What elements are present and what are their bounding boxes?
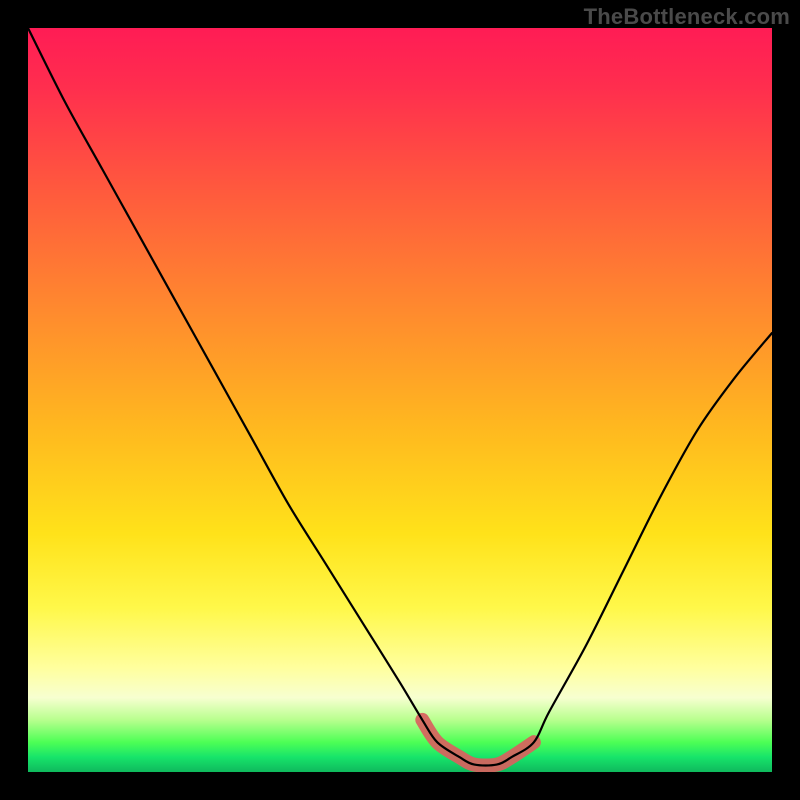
curve-layer: [28, 28, 772, 772]
plot-area: [28, 28, 772, 772]
chart-frame: TheBottleneck.com: [0, 0, 800, 800]
watermark-text: TheBottleneck.com: [584, 4, 790, 30]
bottleneck-curve-line: [28, 28, 772, 766]
